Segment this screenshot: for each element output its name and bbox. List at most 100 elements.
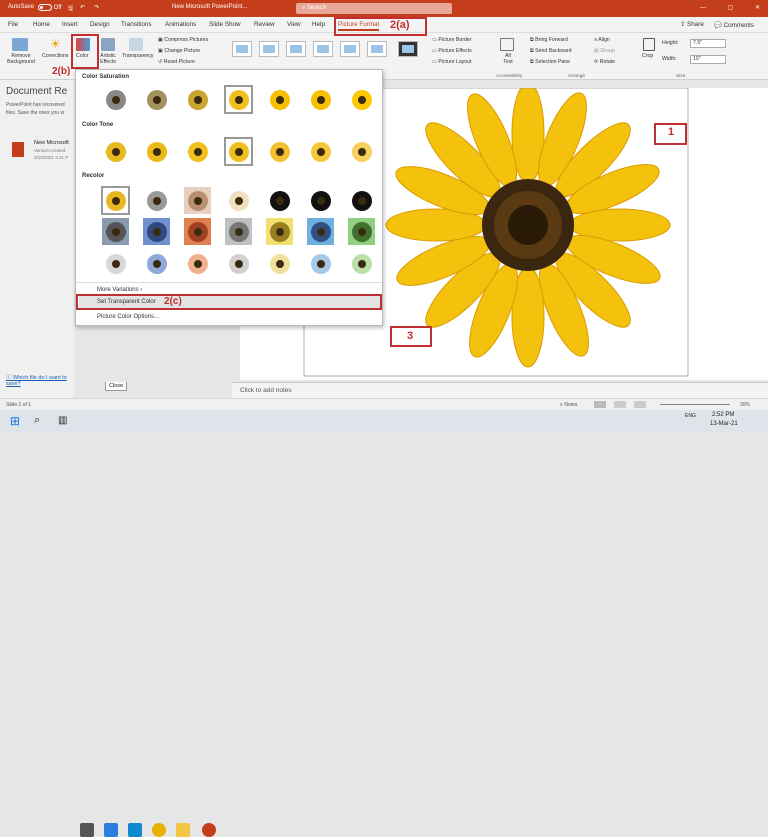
recolor-option[interactable] [101, 186, 130, 215]
recovered-file-name[interactable]: New Microsoft [34, 140, 69, 146]
height-input[interactable]: 7.5" [690, 39, 726, 48]
file-explorer-icon[interactable] [176, 823, 190, 837]
rotate-button[interactable]: ⟳ Rotate [594, 59, 615, 65]
alt-text-icon[interactable] [500, 38, 514, 51]
redo-icon[interactable]: ↷ [94, 4, 99, 11]
transparency-icon[interactable] [129, 38, 143, 51]
comments-button[interactable]: 💬 Comments [714, 21, 754, 29]
recolor-option[interactable] [184, 218, 211, 245]
share-button[interactable]: ⇪ Share [680, 21, 704, 28]
remove-background-icon[interactable] [12, 38, 28, 51]
crop-icon[interactable] [643, 38, 655, 51]
send-backward-button[interactable]: ⧉ Send Backward [530, 48, 572, 55]
undo-icon[interactable]: ↶ [80, 4, 85, 11]
recolor-option[interactable] [143, 218, 170, 245]
picture-style-2[interactable] [259, 41, 279, 57]
saturation-option[interactable] [224, 85, 253, 114]
recolor-option[interactable] [225, 250, 252, 277]
recolor-option[interactable] [184, 187, 211, 214]
align-button[interactable]: ≡ Align [594, 37, 610, 43]
tab-home[interactable]: Home [33, 21, 50, 28]
remove-background-button[interactable]: Remove Background [4, 53, 38, 65]
notes-toggle[interactable]: ≡ Notes [560, 402, 577, 408]
language-indicator[interactable]: ENG [685, 413, 696, 419]
selection-pane-button[interactable]: ⧉ Selection Pane [530, 59, 570, 66]
tab-review[interactable]: Review [254, 21, 275, 28]
edge-icon[interactable] [128, 823, 142, 837]
picture-border-button[interactable]: ▭ Picture Border [432, 37, 472, 43]
tone-option[interactable] [348, 138, 375, 165]
tab-file[interactable]: File [8, 21, 18, 28]
recolor-option[interactable] [102, 218, 129, 245]
picture-style-3[interactable] [286, 41, 306, 57]
width-input[interactable]: 10" [690, 55, 726, 64]
picture-effects-button[interactable]: ▭ Picture Effects [432, 48, 472, 54]
saturation-option[interactable] [266, 86, 293, 113]
corrections-button[interactable]: Corrections [42, 53, 69, 59]
picture-style-1[interactable] [232, 41, 252, 57]
mail-icon[interactable] [104, 823, 118, 837]
group-button[interactable]: ▤ Group [594, 48, 615, 54]
picture-style-5[interactable] [340, 41, 360, 57]
autosave-toggle[interactable]: Off [36, 4, 62, 11]
zoom-slider[interactable] [660, 404, 730, 405]
corrections-icon[interactable]: ☀ [50, 38, 64, 51]
notes-pane[interactable]: Click to add notes [232, 382, 768, 398]
window-controls[interactable]: — ▢ ✕ [700, 4, 768, 11]
picture-style-4[interactable] [313, 41, 333, 57]
recolor-option[interactable] [266, 218, 293, 245]
compress-pictures-button[interactable]: ▣ Compress Pictures [158, 37, 208, 43]
recolor-option[interactable] [184, 250, 211, 277]
tab-view[interactable]: View [287, 21, 301, 28]
picture-color-options-menu-item[interactable]: Picture Color Options... [79, 311, 381, 325]
recolor-option[interactable] [348, 187, 375, 214]
saturation-option[interactable] [184, 86, 211, 113]
chrome-icon[interactable] [152, 823, 166, 837]
tone-option[interactable] [143, 138, 170, 165]
recolor-option[interactable] [143, 187, 170, 214]
recolor-option[interactable] [143, 250, 170, 277]
tab-transitions[interactable]: Transitions [121, 21, 152, 28]
alt-text-button[interactable]: Alt Text [500, 53, 516, 65]
recolor-option[interactable] [102, 250, 129, 277]
tab-insert[interactable]: Insert [62, 21, 78, 28]
tone-option[interactable] [266, 138, 293, 165]
picture-style-7[interactable] [398, 41, 418, 57]
recolor-option[interactable] [307, 187, 334, 214]
artistic-effects-icon[interactable] [101, 38, 115, 51]
change-picture-button[interactable]: ▣ Change Picture [158, 48, 200, 54]
recolor-option[interactable] [348, 218, 375, 245]
crop-button[interactable]: Crop [642, 53, 653, 59]
recolor-option[interactable] [266, 187, 293, 214]
task-view-icon[interactable]: ▥ [58, 415, 67, 426]
tone-option[interactable] [224, 137, 253, 166]
recolor-option[interactable] [348, 250, 375, 277]
transparency-button[interactable]: Transparency [122, 53, 154, 59]
powerpoint-icon[interactable] [202, 823, 216, 837]
search-icon[interactable]: ⌕ [34, 414, 40, 427]
clock-date[interactable]: 13-Mar-21 [710, 421, 738, 427]
tone-option[interactable] [184, 138, 211, 165]
artistic-effects-button[interactable]: Artistic Effects [96, 53, 120, 65]
zoom-level[interactable]: 30% [740, 402, 750, 408]
tab-design[interactable]: Design [90, 21, 110, 28]
bring-forward-button[interactable]: ⧉ Bring Forward [530, 37, 568, 44]
tab-help[interactable]: Help [312, 21, 325, 28]
saturation-option[interactable] [348, 86, 375, 113]
saturation-option[interactable] [143, 86, 170, 113]
recolor-option[interactable] [307, 218, 334, 245]
recolor-option[interactable] [266, 250, 293, 277]
reading-view-button[interactable] [634, 401, 646, 408]
windows-start-icon[interactable]: ⊞ [10, 414, 20, 428]
reset-picture-button[interactable]: ↺ Reset Picture [158, 59, 195, 65]
saturation-option[interactable] [102, 86, 129, 113]
recolor-option[interactable] [225, 187, 252, 214]
help-link[interactable]: ⓘ Which file do I want to save? [6, 373, 74, 387]
search-box[interactable]: ⌕ Search [296, 3, 452, 14]
recolor-option[interactable] [225, 218, 252, 245]
picture-layout-button[interactable]: ▭ Picture Layout [432, 59, 472, 65]
normal-view-button[interactable] [594, 401, 606, 408]
slide-sorter-button[interactable] [614, 401, 626, 408]
tone-option[interactable] [102, 138, 129, 165]
clock-time[interactable]: 2:52 PM [712, 412, 734, 418]
